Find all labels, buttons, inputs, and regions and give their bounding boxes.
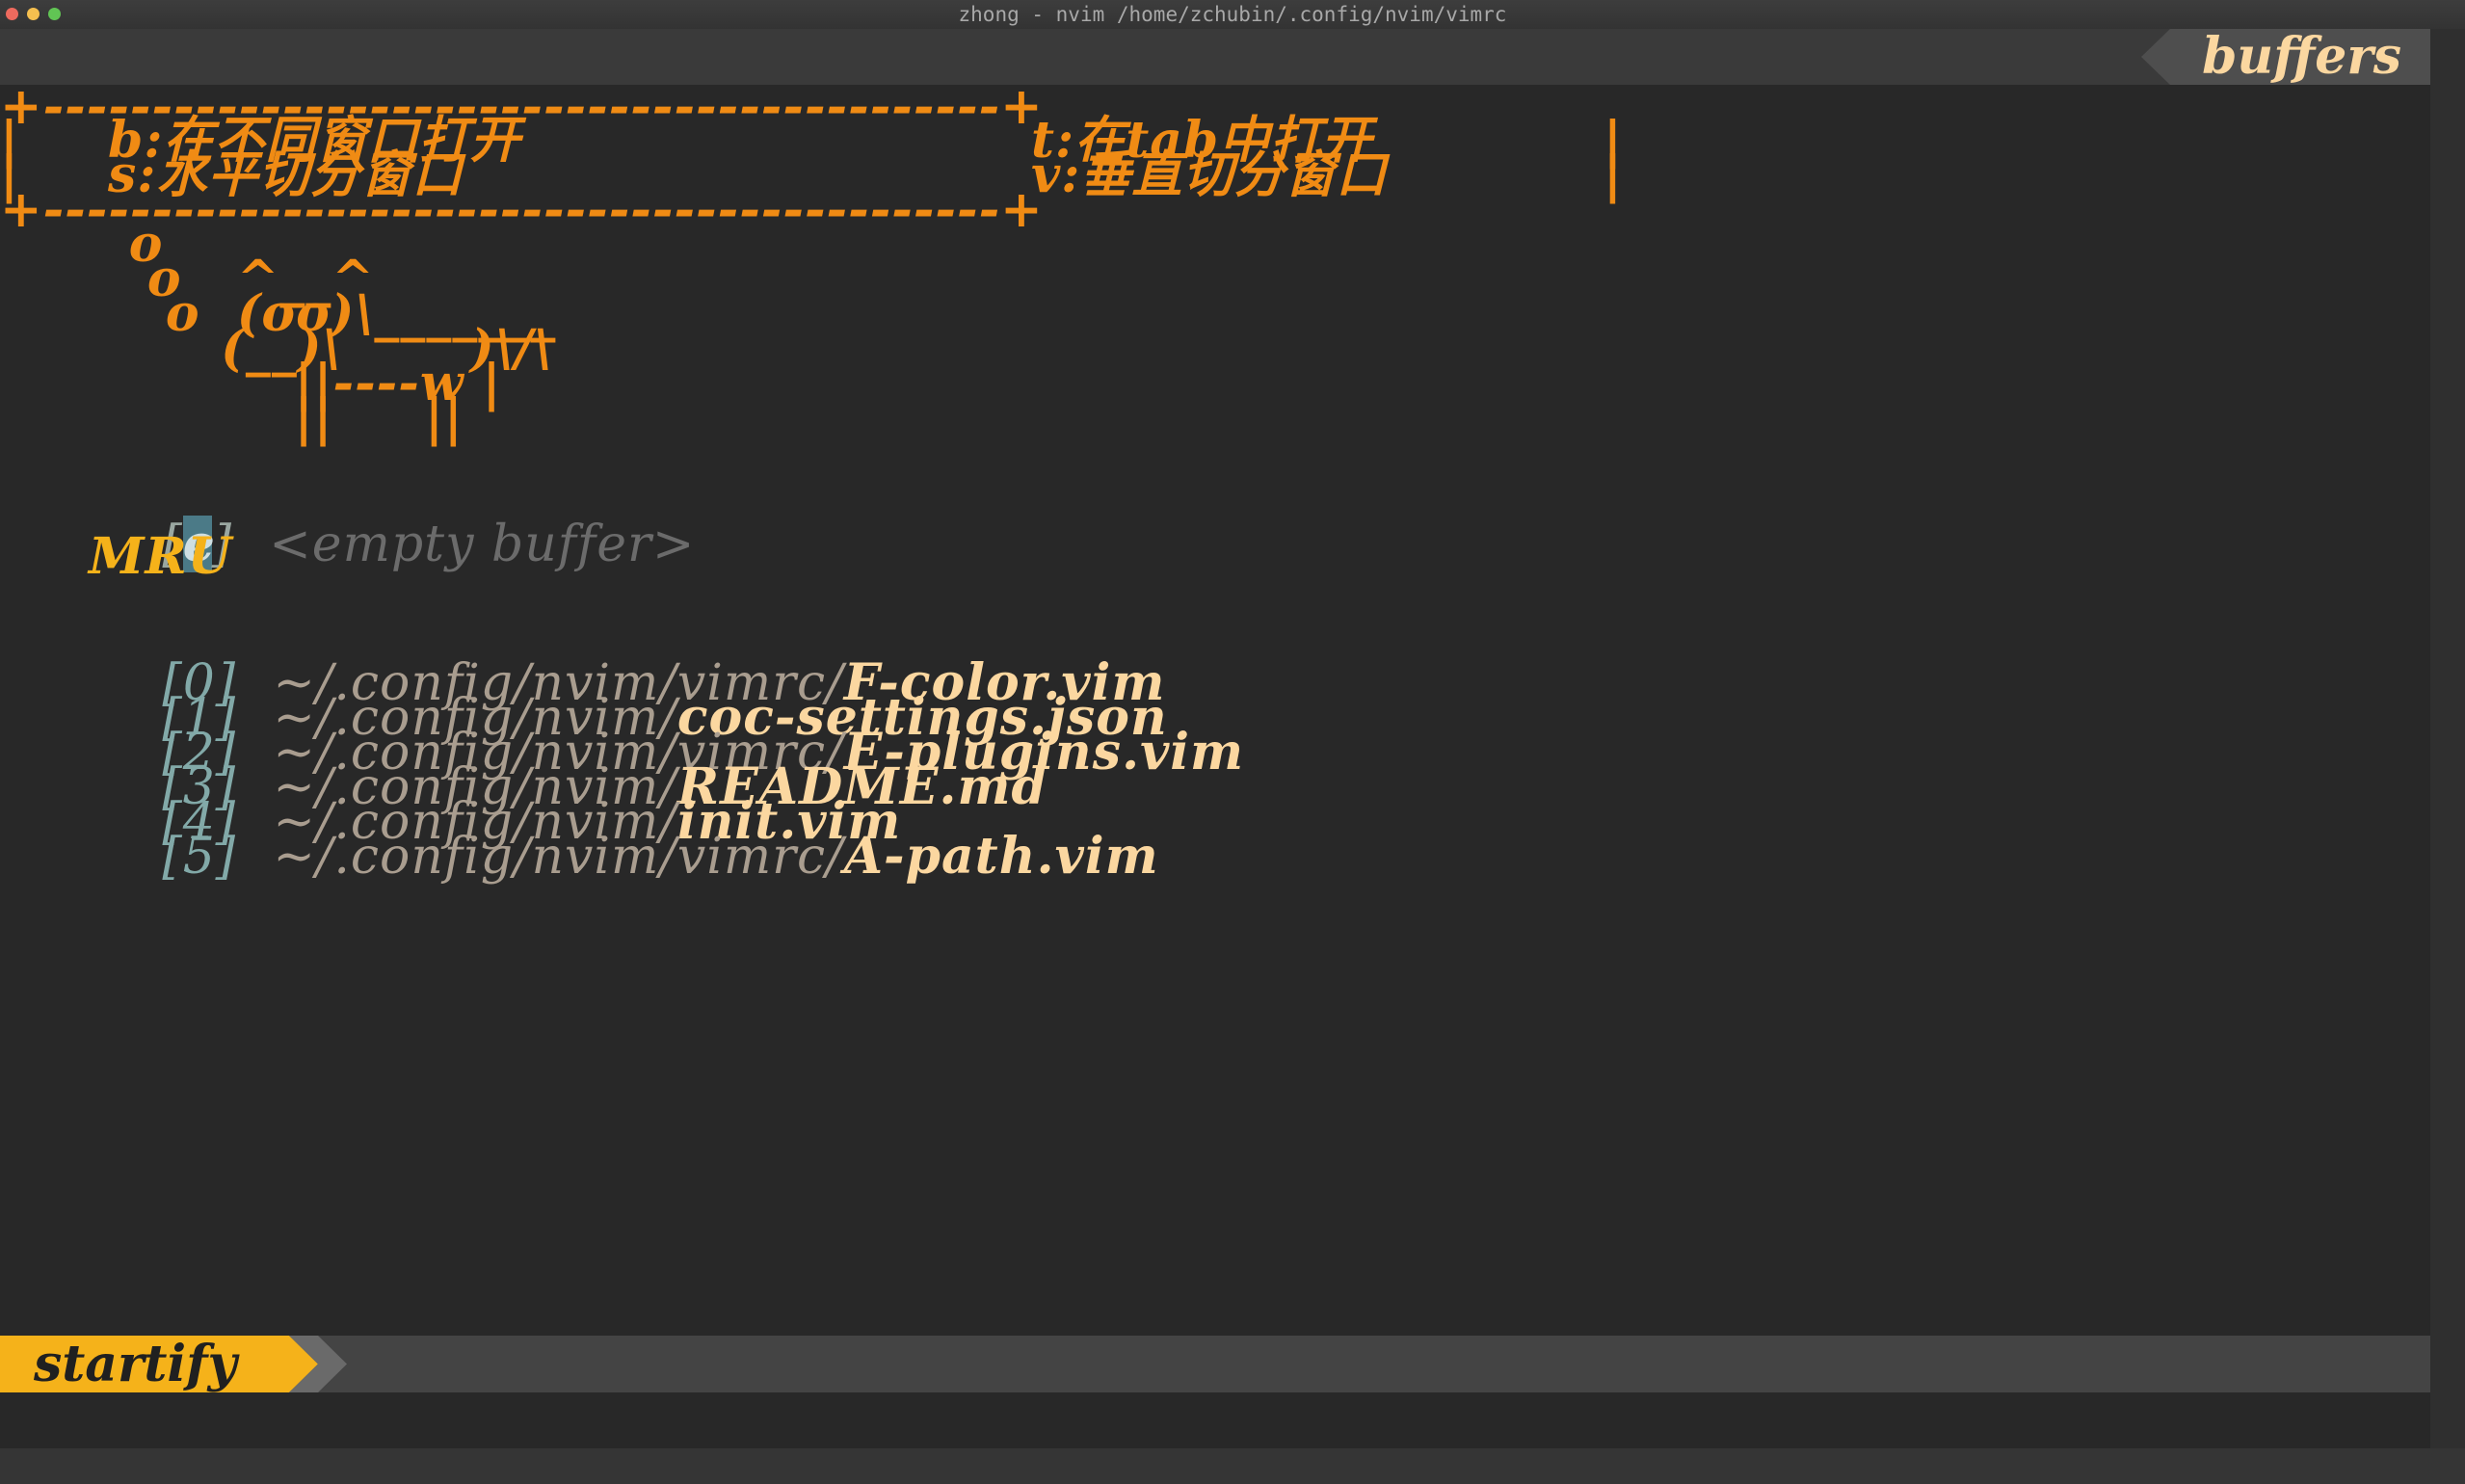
empty-buffer-label: <empty buffer> — [269, 516, 696, 573]
header-row-2-bar-right: | — [1604, 146, 1623, 204]
mru-heading: MRU — [89, 527, 233, 586]
mode-label: startify — [34, 1335, 237, 1393]
startify-screen: +---------------------------------------… — [0, 85, 2430, 1336]
tabline: buffers — [0, 29, 2430, 85]
scrollbar-track[interactable] — [2430, 29, 2465, 1484]
empty-buffer-entry[interactable]: [e] <empty buffer> — [89, 459, 695, 573]
window-titlebar: zhong - nvim /home/zchubin/.config/nvim/… — [0, 0, 2465, 30]
hint-vertical-split: v:垂直切分窗口 — [1031, 146, 1388, 204]
mru-item-file[interactable]: A-path.vim — [844, 827, 1159, 886]
mode-indicator: startify — [0, 1336, 318, 1392]
mru-item-index[interactable]: [5] — [162, 828, 236, 886]
window-title: zhong - nvim /home/zchubin/.config/nvim/… — [958, 3, 1507, 26]
command-line[interactable] — [0, 1392, 2430, 1448]
mru-item-dir: ~/.config/nvim/vimrc/ — [273, 828, 844, 886]
cow-line: || || — [0, 388, 464, 447]
window-bottom-edge — [0, 1448, 2465, 1484]
tab-buffers[interactable]: buffers — [2141, 29, 2430, 85]
tab-buffers-label: buffers — [2202, 27, 2401, 86]
statusline: startify — [0, 1336, 2430, 1392]
mru-item[interactable]: [5] ~/.config/nvim/vimrc/A-path.vim — [89, 771, 1159, 886]
